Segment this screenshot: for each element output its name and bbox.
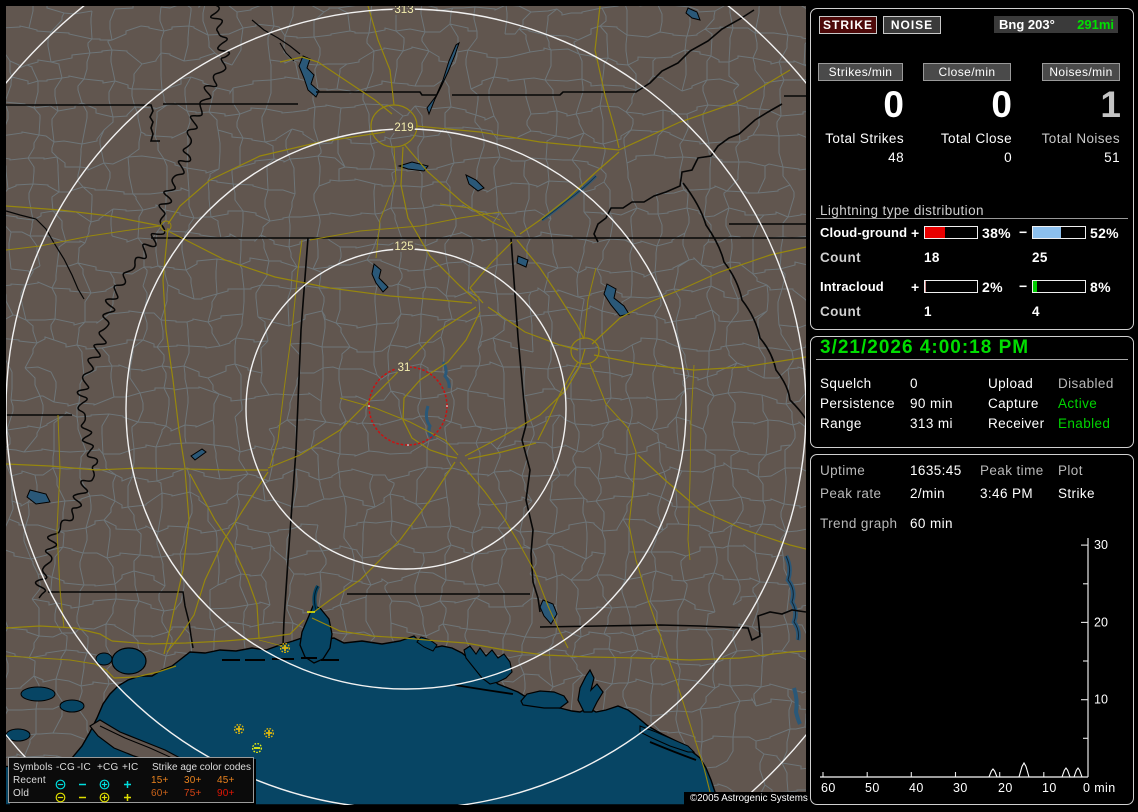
svg-text:125: 125 <box>394 241 413 253</box>
svg-text:313: 313 <box>394 6 413 16</box>
svg-text:20: 20 <box>1094 615 1108 629</box>
svg-text:10: 10 <box>1094 693 1108 707</box>
svg-text:30: 30 <box>1094 538 1108 552</box>
svg-text:219: 219 <box>394 122 413 134</box>
svg-text:31: 31 <box>398 362 411 374</box>
